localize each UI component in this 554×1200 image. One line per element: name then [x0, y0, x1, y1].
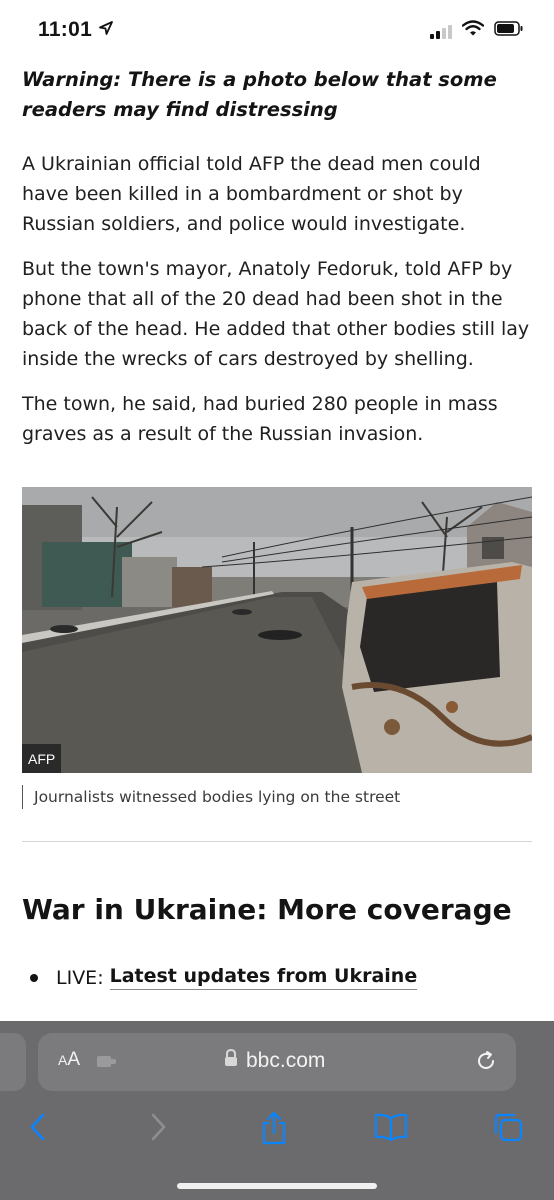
bookmarks-icon[interactable] [374, 1111, 408, 1146]
article-body: Warning: There is a photo below that som… [22, 60, 532, 449]
photo-credit: AFP [22, 744, 62, 773]
domain-text: bbc.com [246, 1049, 326, 1072]
address-bar[interactable]: AA bbc.com [38, 1033, 516, 1091]
status-bar: 11:01 [0, 0, 554, 60]
content-warning: Warning: There is a photo below that som… [22, 68, 497, 121]
section-heading: War in Ukraine: More coverage [22, 893, 512, 926]
article-photo[interactable]: AFP [22, 487, 532, 773]
bullet [30, 973, 38, 982]
home-indicator[interactable] [177, 1183, 377, 1189]
time-text: 11:01 [38, 18, 93, 41]
photo-caption: Journalists witnessed bodies lying on th… [22, 785, 400, 809]
browser-toolbar [0, 1103, 554, 1153]
share-icon[interactable] [260, 1111, 288, 1150]
text-size-big-label: A [67, 1049, 81, 1070]
street-scene-image [22, 487, 532, 773]
cellular-signal-icon [430, 23, 452, 39]
wifi-icon [461, 20, 485, 41]
list-item: LIVE: Latest updates from Ukraine [30, 965, 418, 990]
text-size-small-label: A [58, 1052, 68, 1068]
reload-icon[interactable] [474, 1049, 498, 1078]
article-paragraph: But the town's mayor, Anatoly Fedoruk, t… [22, 258, 530, 370]
live-updates-link[interactable]: Latest updates from Ukraine [109, 965, 418, 990]
text-size-button[interactable]: AA [58, 1049, 80, 1071]
back-chevron-icon[interactable] [28, 1111, 48, 1148]
status-icons [430, 20, 524, 41]
puzzle-icon[interactable] [96, 1053, 118, 1074]
location-arrow-icon [98, 18, 114, 42]
divider [22, 841, 532, 842]
article-paragraph: The town, he said, had buried 280 people… [22, 393, 498, 445]
live-prefix: LIVE: [56, 966, 104, 989]
battery-icon [494, 20, 524, 41]
tabs-icon[interactable] [492, 1111, 524, 1148]
forward-chevron-icon[interactable] [148, 1111, 168, 1148]
article-paragraph: A Ukrainian official told AFP the dead m… [22, 153, 481, 235]
previous-tab-peek[interactable] [0, 1033, 26, 1091]
url-display[interactable]: bbc.com [224, 1048, 326, 1073]
browser-bar: AA bbc.com [0, 1021, 554, 1200]
status-time: 11:01 [38, 18, 114, 42]
lock-icon [224, 1048, 238, 1073]
